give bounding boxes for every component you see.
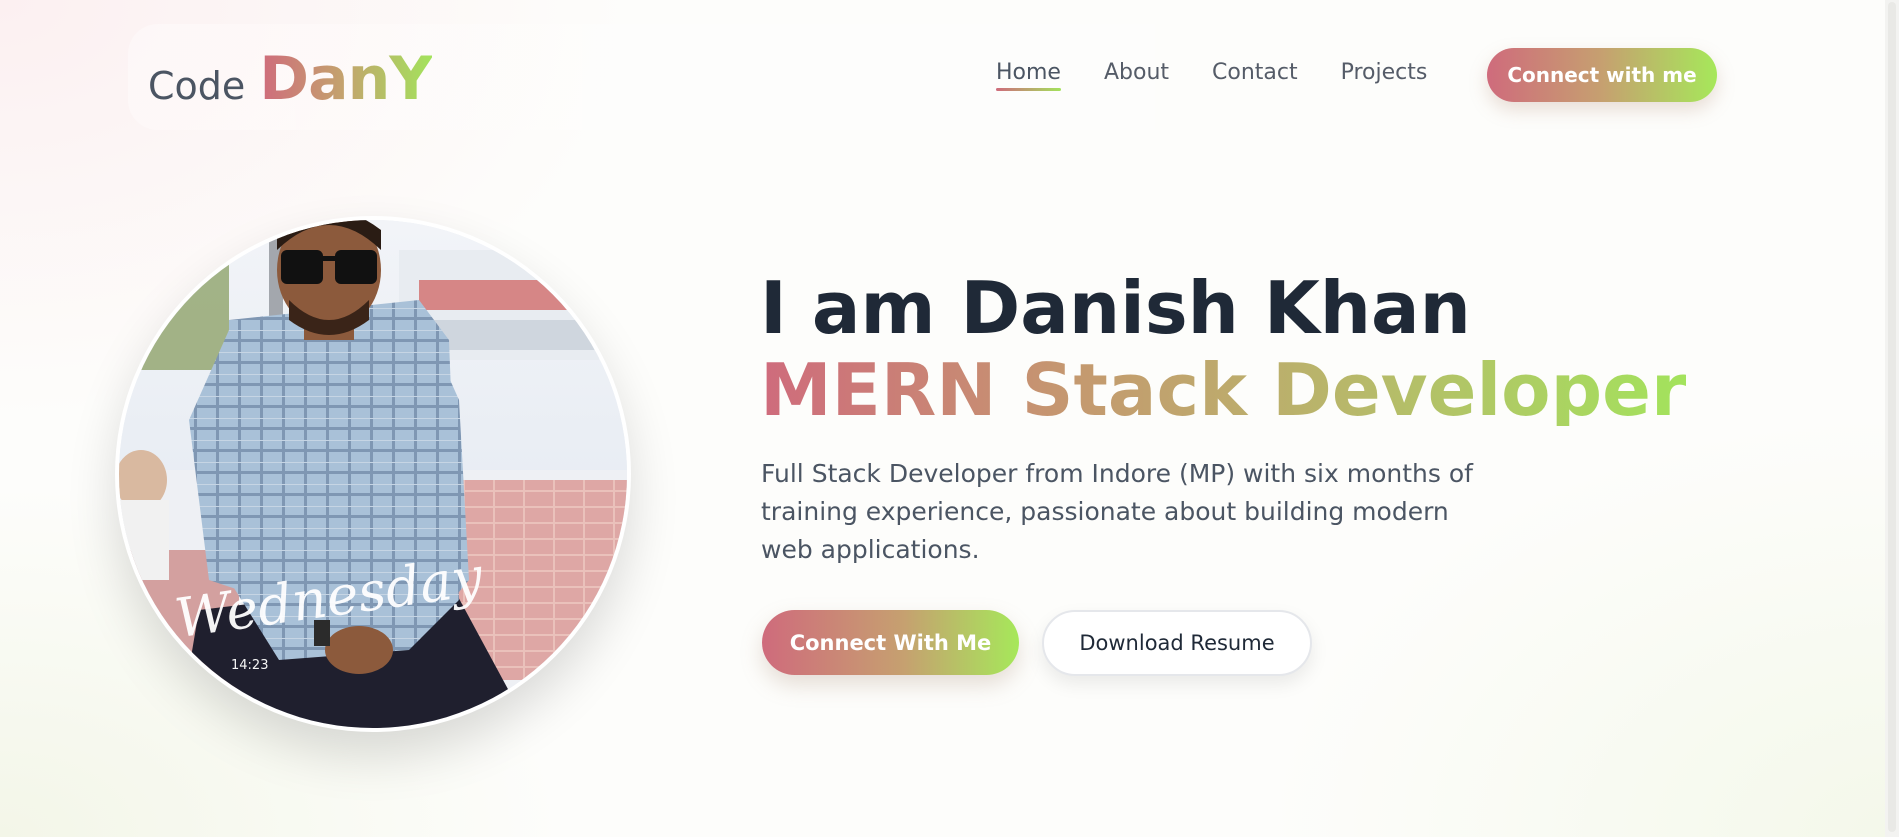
nav-link-projects[interactable]: Projects: [1341, 60, 1428, 85]
main-nav: Home About Contact Projects: [996, 60, 1428, 91]
connect-with-me-button[interactable]: Connect With Me: [762, 610, 1019, 675]
nav-link-contact[interactable]: Contact: [1212, 60, 1298, 85]
nav-link-label: Projects: [1340, 60, 1428, 85]
photo-overlay-time: 14:23: [231, 658, 269, 673]
brand-logo[interactable]: Code DanY: [148, 44, 433, 114]
profile-photo-image: [119, 220, 627, 728]
profile-photo: Wednesday 14:23: [119, 220, 627, 728]
nav-link-about[interactable]: About: [1104, 60, 1169, 85]
nav-link-label: About: [1103, 60, 1170, 85]
download-resume-button[interactable]: Download Resume: [1042, 610, 1312, 676]
nav-link-label: Home: [996, 60, 1061, 85]
hero-greeting: I am Danish Khan: [760, 266, 1471, 350]
connect-with-me-nav-button[interactable]: Connect with me: [1487, 48, 1717, 102]
nav-link-home[interactable]: Home: [996, 60, 1061, 91]
hero-role: MERN Stack Developer: [760, 348, 1687, 432]
scrollbar-thumb[interactable]: [1888, 2, 1896, 832]
brand-prefix: Code: [148, 64, 246, 108]
hero-description: Full Stack Developer from Indore (MP) wi…: [761, 459, 1473, 564]
brand-name: DanY: [259, 44, 432, 114]
nav-link-label: Contact: [1212, 60, 1298, 85]
page-scrollbar[interactable]: [1885, 0, 1899, 837]
profile-photo-frame: Wednesday 14:23: [115, 216, 631, 732]
active-nav-underline: [996, 88, 1061, 91]
